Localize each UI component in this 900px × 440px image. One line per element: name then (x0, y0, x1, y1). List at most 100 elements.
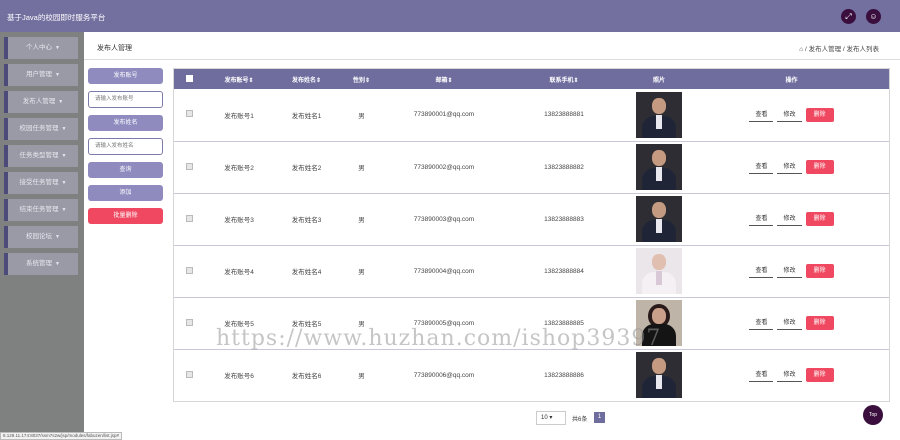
man-suit-photo (636, 196, 682, 242)
edit-button[interactable]: 修改 (777, 160, 802, 174)
column-header[interactable]: 邮箱⇕ (384, 69, 504, 89)
table-row: 发布账号6 发布姓名6 男 773890006@qq.com 138238888… (174, 349, 889, 401)
cell-phone: 13823888886 (504, 349, 624, 401)
sidebar-item-personal-center[interactable]: 个人中心 ▼ (4, 37, 78, 59)
user-icon[interactable]: ☺ (866, 9, 881, 24)
view-button[interactable]: 查看 (749, 107, 774, 122)
delete-button[interactable]: 删除 (805, 160, 834, 174)
cell-account: 发布账号1 (204, 89, 274, 142)
row-checkbox[interactable] (185, 318, 193, 326)
cell-gender: 男 (339, 141, 384, 194)
page-number-button[interactable]: 1 (594, 412, 605, 423)
table-row: 发布账号4 发布姓名4 男 773890004@qq.com 138238888… (174, 245, 889, 298)
select-all-checkbox[interactable] (185, 74, 193, 82)
cell-phone: 13823888882 (504, 141, 624, 194)
sidebar-item-label: 校园论坛 (26, 233, 53, 240)
table-row: 发布账号2 发布姓名2 男 773890002@qq.com 138238888… (174, 141, 889, 194)
edit-button[interactable]: 修改 (777, 368, 802, 382)
column-header: 照片 (624, 69, 694, 89)
sidebar-item-label: 校园任务管理 (19, 125, 59, 132)
chevron-down-icon: ▼ (55, 72, 60, 78)
name-search-input[interactable]: 请输入发布姓名 (88, 138, 163, 155)
batch-delete-button[interactable]: 批量删除 (88, 208, 163, 224)
chevron-down-icon: ▼ (55, 45, 60, 51)
delete-button[interactable]: 删除 (805, 212, 834, 226)
man-suit-photo (636, 352, 682, 398)
page-size-select[interactable]: 10 ▾ (536, 411, 566, 425)
cell-email: 773890004@qq.com (384, 245, 504, 298)
add-button[interactable]: 添加 (88, 185, 163, 201)
delete-button[interactable]: 删除 (805, 368, 834, 382)
sidebar-item-label: 系统管理 (26, 260, 53, 267)
cell-name: 发布姓名2 (274, 141, 339, 194)
edit-button[interactable]: 修改 (777, 264, 802, 278)
chevron-down-icon: ▼ (58, 99, 64, 105)
view-button[interactable]: 查看 (749, 160, 774, 174)
cell-gender: 男 (339, 193, 384, 246)
sidebar-item-label: 接受任务管理 (19, 179, 59, 186)
cell-account: 发布账号2 (204, 141, 274, 194)
row-checkbox[interactable] (185, 370, 193, 378)
sidebar-item-label: 个人中心 (26, 44, 53, 51)
column-header[interactable]: 发布姓名⇕ (274, 69, 339, 89)
cell-name: 发布姓名3 (274, 193, 339, 246)
top-header: 基于Java的校园即时服务平台 ⤢ ☺ (0, 0, 900, 32)
sidebar-item-label: 任务类型管理 (19, 152, 59, 159)
account-label-button: 发布账号 (88, 68, 163, 84)
man-suit-photo (636, 144, 682, 190)
cell-email: 773890003@qq.com (384, 193, 504, 246)
query-button[interactable]: 查询 (88, 162, 163, 178)
sidebar-item-campus-forum[interactable]: 校园论坛 ▼ (4, 226, 78, 248)
cell-gender: 男 (339, 245, 384, 298)
edit-button[interactable]: 修改 (777, 107, 802, 122)
sidebar-item-label: 结束任务管理 (19, 206, 59, 213)
view-button[interactable]: 查看 (749, 212, 774, 226)
table-row: 发布账号3 发布姓名3 男 773890003@qq.com 138238888… (174, 193, 889, 246)
breadcrumb-bar: 发布人管理 ⌂ / 发布人管理 / 发布人列表 (84, 32, 900, 60)
sidebar-item-task-type-management[interactable]: 任务类型管理 ▼ (4, 145, 78, 167)
chevron-down-icon: ▼ (55, 261, 60, 267)
edit-button[interactable]: 修改 (777, 316, 802, 330)
chevron-down-icon: ▾ (547, 415, 553, 421)
row-checkbox[interactable] (185, 110, 193, 118)
row-checkbox[interactable] (185, 214, 193, 222)
delete-button[interactable]: 删除 (805, 264, 834, 278)
watermark: https://www.huzhan.com/ishop39397 (216, 326, 662, 351)
view-button[interactable]: 查看 (749, 264, 774, 278)
sidebar-item-finish-task-management[interactable]: 结束任务管理 ▼ (4, 199, 78, 221)
cell-gender: 男 (339, 349, 384, 401)
cell-email: 773890002@qq.com (384, 141, 504, 194)
sidebar-item-label: 发布人管理 (22, 98, 56, 105)
row-checkbox[interactable] (185, 162, 193, 170)
woman-light-photo (636, 248, 682, 294)
page-size-value: 10 (541, 415, 548, 421)
sidebar-item-publisher-management[interactable]: 发布人管理 ▼ (4, 91, 78, 113)
page-title: 发布人管理 (97, 45, 132, 52)
sidebar-item-system-management[interactable]: 系统管理 ▼ (4, 253, 78, 275)
delete-button[interactable]: 删除 (805, 107, 834, 122)
sidebar-item-user-management[interactable]: 用户管理 ▼ (4, 64, 78, 86)
view-button[interactable]: 查看 (749, 368, 774, 382)
cell-account: 发布账号4 (204, 245, 274, 298)
breadcrumb: ⌂ / 发布人管理 / 发布人列表 (799, 43, 879, 53)
expand-icon[interactable]: ⤢ (841, 9, 856, 24)
column-header[interactable]: 联系手机⇕ (504, 69, 624, 89)
delete-button[interactable]: 删除 (805, 316, 834, 330)
cell-name: 发布姓名6 (274, 349, 339, 401)
total-count: 共6条 (572, 417, 588, 423)
column-header[interactable]: 性别⇕ (339, 69, 384, 89)
account-search-input[interactable]: 请输入发布账号 (88, 91, 163, 108)
view-button[interactable]: 查看 (749, 316, 774, 330)
column-header[interactable]: 发布账号⇕ (204, 69, 274, 89)
sidebar-item-accept-task-management[interactable]: 接受任务管理 ▼ (4, 172, 78, 194)
main-content: 发布账号 请输入发布账号 发布姓名 请输入发布姓名 查询 添加 批量删除 发布账… (84, 60, 900, 440)
chevron-down-icon: ▼ (61, 126, 67, 132)
table-row: 发布账号1 发布姓名1 男 773890001@qq.com 138238888… (174, 89, 889, 142)
sidebar-item-campus-task-management[interactable]: 校园任务管理 ▼ (4, 118, 78, 140)
chevron-down-icon: ▼ (61, 180, 67, 186)
row-checkbox[interactable] (185, 266, 193, 274)
edit-button[interactable]: 修改 (777, 212, 802, 226)
back-to-top-button[interactable]: Top (863, 405, 883, 425)
cell-account: 发布账号3 (204, 193, 274, 246)
cell-account: 发布账号6 (204, 349, 274, 401)
